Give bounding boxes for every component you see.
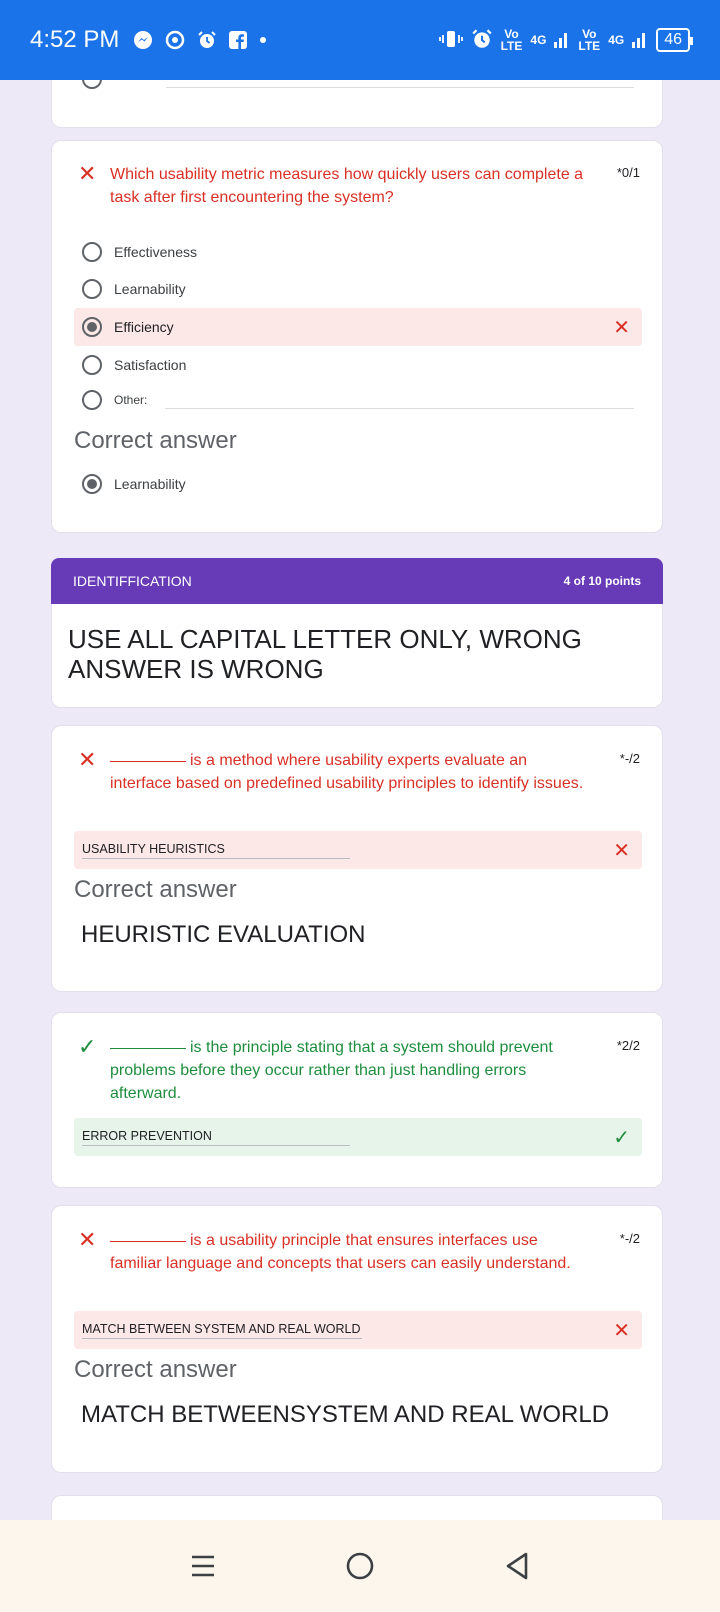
option-effectiveness[interactable]: Effectiveness <box>74 233 642 271</box>
question-header: ✓ is the principle stating that a system… <box>52 1013 662 1105</box>
option-satisfaction[interactable]: Satisfaction <box>74 346 642 384</box>
correct-answer-text: HEURISTIC EVALUATION <box>81 921 366 948</box>
answer-text: ERROR PREVENTION <box>82 1129 350 1146</box>
status-time: 4:52 PM <box>30 26 120 53</box>
option-other[interactable]: Other: <box>74 381 642 419</box>
status-bar: 4:52 PM Vo LTE 4G Vo LTE 4G 46 <box>0 0 720 80</box>
option-label: Satisfaction <box>114 357 187 373</box>
radio-button[interactable] <box>82 279 102 299</box>
incorrect-icon: ✕ <box>78 747 97 772</box>
battery-indicator: 46 <box>656 28 693 52</box>
question-header: ✕ is a method where usability experts ev… <box>52 726 662 795</box>
answer-text: USABILITY HEURISTICS <box>82 842 350 859</box>
vibrate-icon <box>438 29 463 52</box>
answer-field[interactable]: USABILITY HEURISTICS ✕ <box>74 831 642 869</box>
incorrect-icon: ✕ <box>613 316 630 339</box>
question-card-error-prevention: ✓ is the principle stating that a system… <box>51 1012 663 1188</box>
radio-button-selected[interactable] <box>82 317 102 337</box>
incorrect-icon: ✕ <box>78 161 97 186</box>
question-points: *2/2 <box>616 1038 640 1053</box>
signal-icon-2 <box>632 30 648 51</box>
section-description: USE ALL CAPITAL LETTER ONLY, WRONG ANSWE… <box>51 604 663 708</box>
answer-field[interactable]: ERROR PREVENTION ✓ <box>74 1118 642 1156</box>
other-line <box>166 87 634 88</box>
option-label: Effectiveness <box>114 244 198 260</box>
chrome-icon <box>165 30 185 50</box>
incorrect-icon: ✕ <box>613 839 630 862</box>
option-label: Other: <box>114 393 148 407</box>
correct-answer-option: Learnability <box>74 465 642 503</box>
radio-button[interactable] <box>82 355 102 375</box>
question-text: is the principle stating that a system s… <box>110 1039 553 1102</box>
radio-button[interactable] <box>82 390 102 410</box>
radio-button[interactable] <box>82 242 102 262</box>
incorrect-icon: ✕ <box>613 1319 630 1342</box>
sim1-network: 4G <box>530 33 547 47</box>
question-text: Which usability metric measures how quic… <box>110 166 584 206</box>
sim2-network: 4G <box>608 33 625 47</box>
option-label: Efficiency <box>114 319 174 335</box>
sim1-volte: Vo LTE <box>500 27 523 53</box>
previous-question-card <box>51 80 663 128</box>
answer-text: MATCH BETWEEN SYSTEM AND REAL WORLD <box>82 1322 362 1339</box>
other-input-line[interactable] <box>165 391 634 409</box>
navigation-bar <box>0 1520 720 1612</box>
alarm-icon <box>197 30 217 50</box>
status-right: Vo LTE 4G Vo LTE 4G 46 <box>438 27 693 53</box>
correct-check-icon: ✓ <box>78 1034 97 1059</box>
question-points: *-/2 <box>619 1231 640 1246</box>
form-content[interactable]: ✕ Which usability metric measures how qu… <box>0 80 720 1520</box>
incorrect-icon: ✕ <box>78 1227 97 1252</box>
blank-line <box>110 761 186 762</box>
question-header: ✕ is a usability principle that ensures … <box>52 1206 662 1275</box>
signal-icon <box>554 30 570 51</box>
messenger-icon <box>133 30 153 50</box>
next-question-card <box>51 1495 663 1520</box>
correct-answer-text: Learnability <box>114 476 186 492</box>
answer-field[interactable]: MATCH BETWEEN SYSTEM AND REAL WORLD ✕ <box>74 1311 642 1349</box>
sim2-volte: Vo LTE <box>578 27 601 53</box>
question-text: is a usability principle that ensures in… <box>110 1232 571 1272</box>
radio-button-selected <box>82 474 102 494</box>
question-card-heuristic-evaluation: ✕ is a method where usability experts ev… <box>51 725 663 992</box>
question-text: is a method where usability experts eval… <box>110 752 584 792</box>
section-points: 4 of 10 points <box>563 574 641 588</box>
correct-answer-title: Correct answer <box>74 1356 237 1383</box>
back-icon[interactable] <box>497 1546 537 1586</box>
dot-icon <box>259 36 267 44</box>
question-header: ✕ Which usability metric measures how qu… <box>52 141 662 209</box>
section-title: IDENTIFFICATION <box>73 573 192 589</box>
option-label: Learnability <box>114 281 186 297</box>
question-points: *-/2 <box>619 751 640 766</box>
alarm-icon-right <box>471 28 493 53</box>
question-card-match-between-system: ✕ is a usability principle that ensures … <box>51 1205 663 1473</box>
option-efficiency[interactable]: Efficiency ✕ <box>74 308 642 346</box>
question-card-usability-metric: ✕ Which usability metric measures how qu… <box>51 140 663 533</box>
menu-icon[interactable] <box>183 1546 223 1586</box>
option-learnability[interactable]: Learnability <box>74 270 642 308</box>
facebook-icon <box>229 31 248 49</box>
question-points: *0/1 <box>616 165 640 180</box>
correct-answer-title: Correct answer <box>74 427 237 454</box>
radio-button[interactable] <box>82 80 102 89</box>
correct-answer-text: MATCH BETWEENSYSTEM AND REAL WORLD <box>81 1401 610 1428</box>
blank-line <box>110 1241 186 1242</box>
correct-check-icon: ✓ <box>613 1126 630 1149</box>
blank-line <box>110 1048 186 1049</box>
correct-answer-title: Correct answer <box>74 876 237 903</box>
home-icon[interactable] <box>340 1546 380 1586</box>
section-header: IDENTIFFICATION 4 of 10 points <box>51 558 663 604</box>
